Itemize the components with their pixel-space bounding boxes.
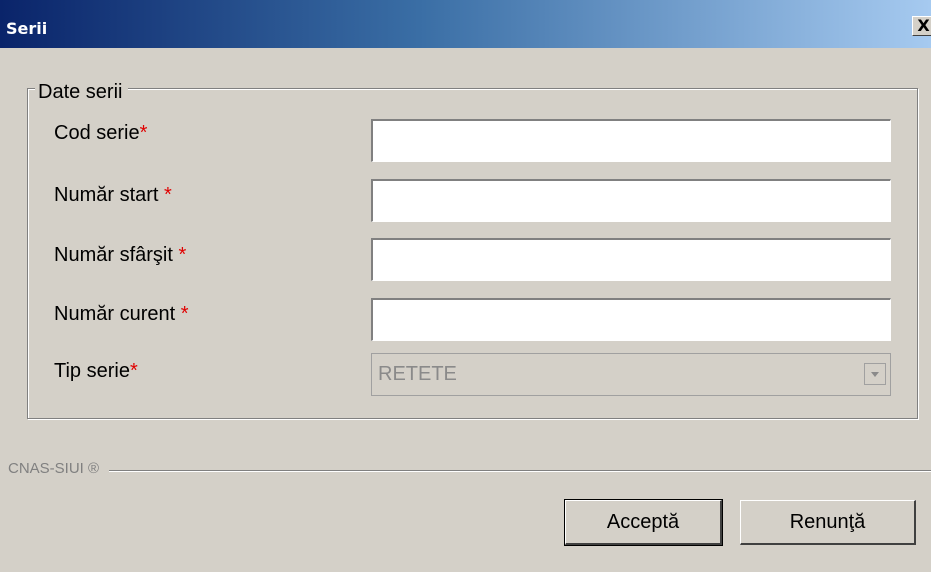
numar-start-label: Număr start * xyxy=(54,183,172,207)
required-mark: * xyxy=(178,244,187,266)
numar-curent-input[interactable] xyxy=(371,298,891,341)
accept-button[interactable]: Acceptă xyxy=(564,499,723,546)
cod-serie-label-text: Cod serie xyxy=(54,122,140,144)
numar-sfarsit-label-text: Număr sfârşit xyxy=(54,244,173,266)
tip-serie-label: Tip serie* xyxy=(54,359,138,383)
window-title: Serii xyxy=(6,19,48,38)
dialog-body: Date serii Cod serie* Număr start * Numă… xyxy=(0,48,931,572)
tip-serie-label-text: Tip serie xyxy=(54,360,130,382)
required-mark: * xyxy=(180,303,189,325)
tip-serie-select[interactable]: RETETE xyxy=(371,353,891,396)
cod-serie-input[interactable] xyxy=(371,119,891,162)
required-mark: * xyxy=(139,122,148,144)
numar-sfarsit-label: Număr sfârşit * xyxy=(54,243,186,267)
numar-start-label-text: Număr start xyxy=(54,184,159,206)
footer-separator xyxy=(8,470,931,472)
required-mark: * xyxy=(164,184,172,206)
numar-curent-label: Număr curent * xyxy=(54,302,189,326)
title-bar: Serii X xyxy=(0,0,931,48)
chevron-down-icon[interactable] xyxy=(864,363,886,385)
brand-label: CNAS-SIUI ® xyxy=(8,460,110,477)
required-mark: * xyxy=(129,360,138,382)
numar-sfarsit-input[interactable] xyxy=(371,238,891,281)
groupbox-legend: Date serii xyxy=(35,80,129,104)
cod-serie-label: Cod serie* xyxy=(54,121,147,145)
numar-start-input[interactable] xyxy=(371,179,891,222)
close-button[interactable]: X xyxy=(912,16,931,36)
tip-serie-selected-value: RETETE xyxy=(378,363,457,385)
cancel-button[interactable]: Renunţă xyxy=(740,500,916,545)
numar-curent-label-text: Număr curent xyxy=(54,303,176,325)
